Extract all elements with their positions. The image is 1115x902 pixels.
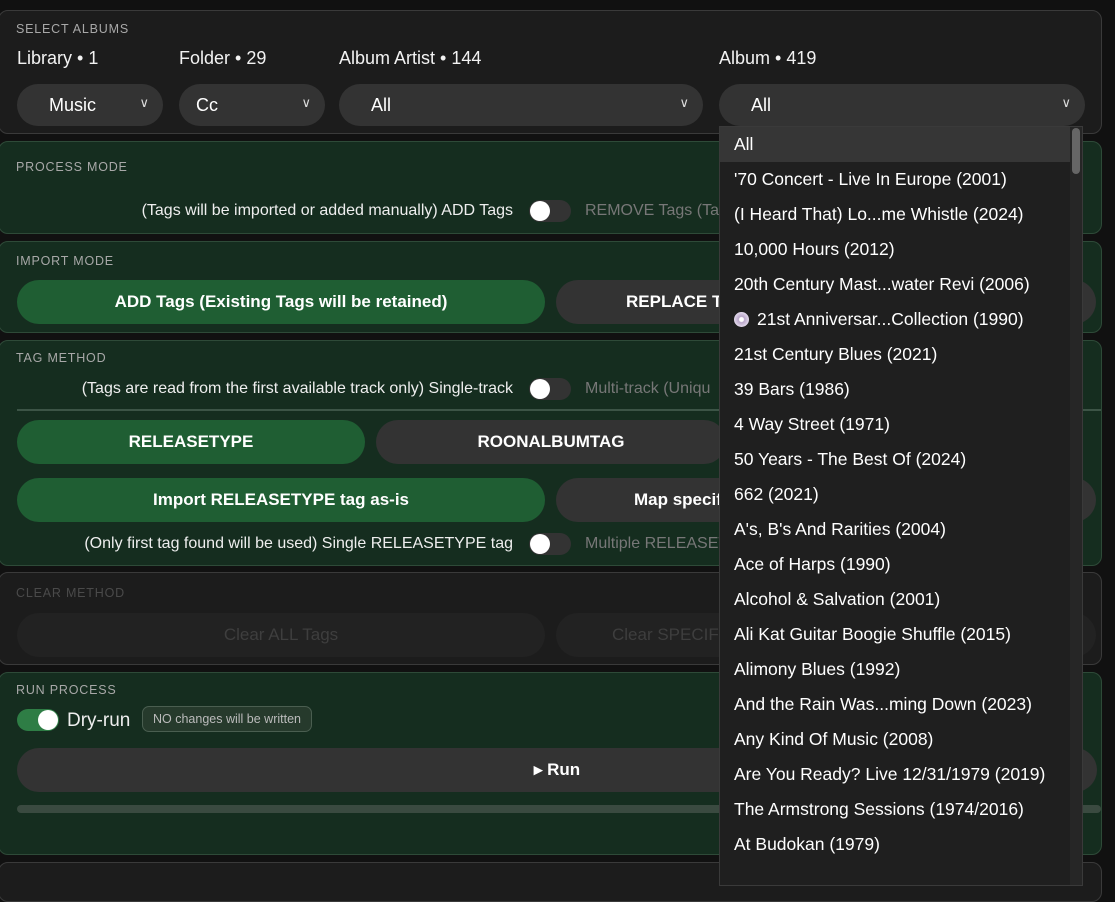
album-option[interactable]: Are You Ready? Live 12/31/1979 (2019) [720, 757, 1082, 792]
folder-label: Folder • 29 [179, 48, 267, 68]
album-option[interactable]: 10,000 Hours (2012) [720, 232, 1082, 267]
process-mode-toggle[interactable] [529, 200, 571, 222]
chevron-down-icon: ∨ [1061, 95, 1071, 110]
track-mode-toggle[interactable] [529, 378, 571, 400]
album-option[interactable]: Any Kind Of Music (2008) [720, 722, 1082, 757]
roonalbumtag-button[interactable]: ROONALBUMTAG [376, 420, 726, 464]
album-option-label: 20th Century Mast...water Revi (2006) [734, 274, 1030, 294]
album-option[interactable]: 21st Century Blues (2021) [720, 337, 1082, 372]
library-label: Library • 1 [17, 48, 99, 68]
section-title: IMPORT MODE [16, 254, 114, 268]
album-option-label: The Armstrong Sessions (1974/2016) [734, 799, 1024, 819]
single-track-label: (Tags are read from the first available … [81, 380, 513, 397]
album-option-label: Any Kind Of Music (2008) [734, 729, 934, 749]
dry-run-label: Dry-run [67, 710, 131, 731]
multi-track-label: Multi-track (Uniqu [585, 380, 711, 397]
folder-select[interactable]: Cc ∨ [179, 84, 325, 126]
chevron-down-icon: ∨ [139, 95, 149, 110]
album-option-label: A's, B's And Rarities (2004) [734, 519, 946, 539]
album-option-label: 39 Bars (1986) [734, 379, 850, 399]
album-option[interactable]: And the Rain Was...ming Down (2023) [720, 687, 1082, 722]
dry-run-toggle[interactable] [17, 709, 59, 731]
add-tags-label: (Tags will be imported or added manually… [141, 202, 513, 219]
tag-count-toggle[interactable] [529, 533, 571, 555]
single-tag-label: (Only first tag found will be used) Sing… [84, 535, 513, 552]
section-title: PROCESS MODE [16, 160, 128, 174]
multiple-tag-label: Multiple RELEASET [585, 535, 729, 552]
chevron-down-icon: ∨ [679, 95, 689, 110]
album-option[interactable]: '70 Concert - Live In Europe (2001) [720, 162, 1082, 197]
library-value: Music [49, 94, 97, 115]
album-option-label: Ali Kat Guitar Boogie Shuffle (2015) [734, 624, 1011, 644]
album-option-label: 10,000 Hours (2012) [734, 239, 895, 259]
album-option-label: '70 Concert - Live In Europe (2001) [734, 169, 1007, 189]
section-title: CLEAR METHOD [16, 586, 125, 600]
album-option-label: Alcohol & Salvation (2001) [734, 589, 941, 609]
album-option-label: And the Rain Was...ming Down (2023) [734, 694, 1032, 714]
album-artist-label: Album Artist • 144 [339, 48, 482, 68]
album-option[interactable]: 4 Way Street (1971) [720, 407, 1082, 442]
album-artist-value: All [371, 94, 392, 115]
album-option-label: 4 Way Street (1971) [734, 414, 890, 434]
album-option[interactable]: (I Heard That) Lo...me Whistle (2024) [720, 197, 1082, 232]
dry-run-badge: NO changes will be written [142, 706, 312, 732]
dropdown-scrollbar[interactable] [1070, 127, 1082, 885]
import-as-is-button[interactable]: Import RELEASETYPE tag as-is [17, 478, 545, 522]
album-option[interactable]: At Budokan (1979) [720, 827, 1082, 862]
album-option-label: Alimony Blues (1992) [734, 659, 901, 679]
releasetype-button[interactable]: RELEASETYPE [17, 420, 365, 464]
album-option[interactable]: Ace of Harps (1990) [720, 547, 1082, 582]
album-option[interactable]: All [720, 127, 1082, 162]
album-option[interactable]: 20th Century Mast...water Revi (2006) [720, 267, 1082, 302]
album-option[interactable]: 50 Years - The Best Of (2024) [720, 442, 1082, 477]
album-option-label: 21st Anniversar...Collection (1990) [757, 309, 1024, 329]
album-option-label: (I Heard That) Lo...me Whistle (2024) [734, 204, 1024, 224]
album-option[interactable]: The Armstrong Sessions (1974/2016) [720, 792, 1082, 827]
album-option-label: All [734, 134, 754, 154]
remove-tags-label: REMOVE Tags (Ta [585, 202, 719, 219]
album-option[interactable]: Alcohol & Salvation (2001) [720, 582, 1082, 617]
add-tags-button[interactable]: ADD Tags (Existing Tags will be retained… [17, 280, 545, 324]
album-option-label: 50 Years - The Best Of (2024) [734, 449, 967, 469]
section-title: TAG METHOD [16, 351, 107, 365]
album-option-label: At Budokan (1979) [734, 834, 880, 854]
album-dropdown-list[interactable]: All '70 Concert - Live In Europe (2001) (I… [719, 126, 1083, 886]
album-option[interactable]: 39 Bars (1986) [720, 372, 1082, 407]
scrollbar-thumb[interactable] [1072, 128, 1080, 174]
section-title: SELECT ALBUMS [16, 22, 129, 36]
album-option[interactable]: A's, B's And Rarities (2004) [720, 512, 1082, 547]
album-option[interactable]: Alimony Blues (1992) [720, 652, 1082, 687]
library-select[interactable]: Music ∨ [17, 84, 163, 126]
album-option-label: 662 (2021) [734, 484, 819, 504]
album-select[interactable]: All ∨ [719, 84, 1085, 126]
clear-all-button[interactable]: Clear ALL Tags [17, 613, 545, 657]
album-artist-select[interactable]: All ∨ [339, 84, 703, 126]
chevron-down-icon: ∨ [301, 95, 311, 110]
album-option[interactable]: 662 (2021) [720, 477, 1082, 512]
album-label: Album • 419 [719, 48, 817, 68]
select-albums-panel: SELECT ALBUMS Library • 1 Folder • 29 Al… [0, 10, 1102, 134]
disc-icon [734, 312, 749, 327]
section-title: RUN PROCESS [16, 683, 117, 697]
album-option[interactable]: 21st Anniversar...Collection (1990) [720, 302, 1082, 337]
album-option-label: Are You Ready? Live 12/31/1979 (2019) [734, 764, 1046, 784]
folder-value: Cc [196, 94, 218, 115]
album-option[interactable]: Ali Kat Guitar Boogie Shuffle (2015) [720, 617, 1082, 652]
album-value: All [751, 94, 772, 115]
album-option-label: 21st Century Blues (2021) [734, 344, 938, 364]
album-option-label: Ace of Harps (1990) [734, 554, 891, 574]
